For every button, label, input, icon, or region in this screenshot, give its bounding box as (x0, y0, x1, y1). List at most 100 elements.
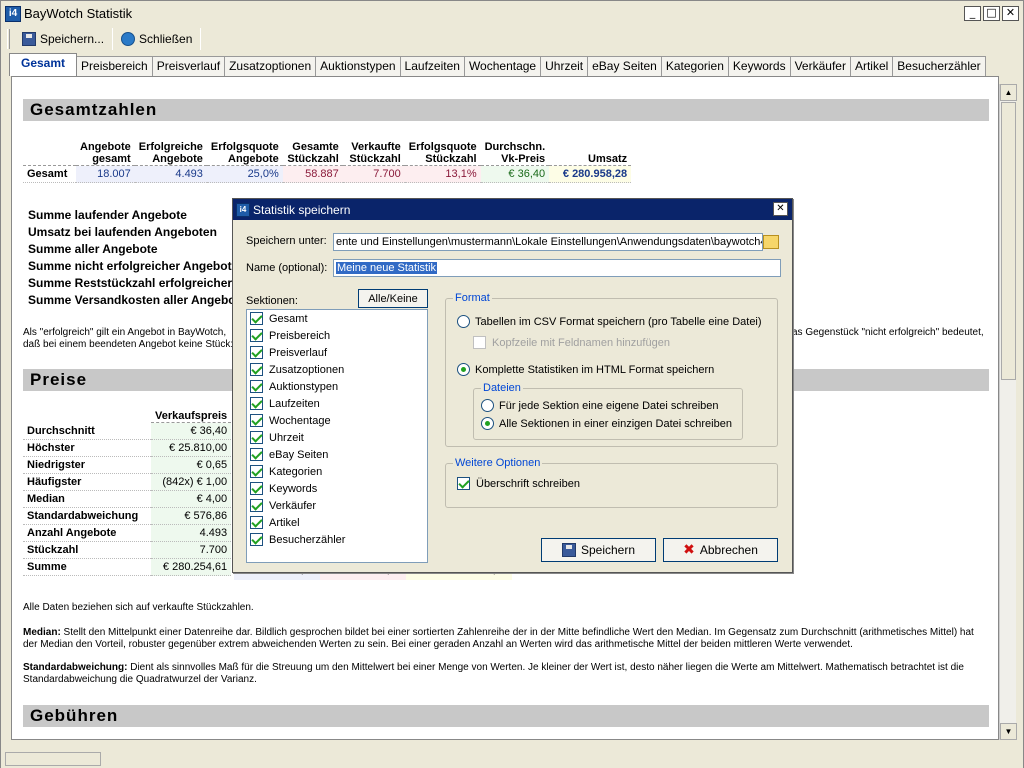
checkbox[interactable] (250, 363, 263, 376)
checkbox[interactable] (250, 431, 263, 444)
section-item-keywords[interactable]: Keywords (247, 480, 427, 497)
row-label: Durchschnitt (23, 422, 151, 440)
scroll-down-button[interactable]: ▼ (1000, 723, 1017, 740)
section-item-auktionstypen[interactable]: Auktionstypen (247, 378, 427, 395)
dialog-save-label: Speichern (580, 543, 636, 557)
checkbox[interactable] (457, 477, 470, 490)
tab-verkaeufer[interactable]: Verkäufer (789, 56, 851, 76)
tab-auktionstypen[interactable]: Auktionstypen (315, 56, 401, 76)
list-item: Umsatz bei laufenden Angeboten (28, 225, 217, 239)
tab-kategorien[interactable]: Kategorien (660, 56, 729, 76)
checkbox[interactable] (250, 414, 263, 427)
dialog-title: Statistik speichern (253, 202, 351, 217)
table-header (23, 141, 76, 166)
section-item-preisverlauf[interactable]: Preisverlauf (247, 344, 427, 361)
checkbox[interactable] (250, 533, 263, 546)
name-input-value: Meine neue Statistik (336, 262, 438, 274)
status-bar (1, 749, 1023, 768)
section-item-kategorien[interactable]: Kategorien (247, 463, 427, 480)
checkbox[interactable] (250, 482, 263, 495)
section-item-preisbereich[interactable]: Preisbereich (247, 327, 427, 344)
checkbox[interactable] (250, 312, 263, 325)
close-window-button[interactable]: ✕ (1002, 6, 1019, 21)
checkbox[interactable] (250, 380, 263, 393)
scroll-up-button[interactable]: ▲ (1000, 84, 1017, 101)
table-cell: 7.700 (342, 165, 405, 183)
table-row: Anzahl Angebote 4.493 (23, 524, 232, 542)
maximize-button[interactable]: □ (983, 6, 1000, 21)
save-button[interactable]: Speichern... (16, 28, 110, 50)
format-group-label: Format (453, 292, 492, 304)
table-header: Erfolgreiche Angebote (134, 141, 207, 166)
app-icon: i4 (5, 5, 21, 22)
checkbox[interactable] (250, 346, 263, 359)
radio-button[interactable] (481, 399, 494, 412)
checkbox[interactable] (250, 465, 263, 478)
radio-button[interactable] (481, 417, 494, 430)
checkbox[interactable] (250, 448, 263, 461)
name-input[interactable]: Meine neue Statistik (333, 259, 781, 277)
html-format-option[interactable]: Komplette Statistiken im HTML Format spe… (457, 363, 714, 376)
section-item-wochentage[interactable]: Wochentage (247, 412, 427, 429)
section-item-verkaeufer[interactable]: Verkäufer (247, 497, 427, 514)
dialog-cancel-button[interactable]: ✖ Abbrechen (663, 538, 778, 562)
option-label: Für jede Sektion eine eigene Datei schre… (499, 399, 719, 412)
section-item-ebay-seiten[interactable]: eBay Seiten (247, 446, 427, 463)
single-file-option[interactable]: Alle Sektionen in einer einzigen Datei s… (481, 417, 732, 430)
vertical-scrollbar[interactable]: ▲ ▼ (999, 84, 1017, 740)
tab-zusatzoptionen[interactable]: Zusatzoptionen (224, 56, 317, 76)
section-item-besucherzaehler[interactable]: Besucherzähler (247, 531, 427, 548)
close-button[interactable]: Schließen (115, 28, 198, 50)
save-path-input[interactable]: ente und Einstellungen\mustermann\Lokale… (333, 233, 763, 251)
table-row: Niedrigster € 0,65 (23, 456, 232, 474)
save-button-label: Speichern... (40, 31, 105, 46)
dialog-cancel-label: Abbrechen (699, 543, 758, 557)
csv-format-option[interactable]: Tabellen im CSV Format speichern (pro Ta… (457, 315, 762, 328)
section-item-laufzeiten[interactable]: Laufzeiten (247, 395, 427, 412)
checkbox[interactable] (250, 516, 263, 529)
checkbox[interactable] (250, 499, 263, 512)
section-item-artikel[interactable]: Artikel (247, 514, 427, 531)
tab-uhrzeit[interactable]: Uhrzeit (540, 56, 589, 76)
table-header: Umsatz (549, 141, 632, 166)
std-label: Standardabweichung: (23, 662, 128, 673)
section-label: Zusatzoptionen (269, 363, 345, 376)
tab-gesamt[interactable]: Gesamt (9, 53, 78, 76)
tab-besucherzaehler[interactable]: Besucherzähler (892, 56, 986, 76)
option-label: Komplette Statistiken im HTML Format spe… (475, 363, 715, 376)
table-header: Erfolgsquote Stückzahl (404, 141, 481, 166)
totals-table: Angebote gesamt Erfolgreiche Angebote Er… (23, 141, 632, 183)
table-cell: 13,1% (404, 165, 481, 183)
radio-button[interactable] (457, 363, 470, 376)
row-label: Häufigster (23, 473, 151, 491)
scrollbar-thumb[interactable] (1001, 102, 1016, 380)
section-label: Preisverlauf (269, 346, 328, 359)
table-row: Höchster € 25.810,00 (23, 439, 232, 457)
tab-preisbereich[interactable]: Preisbereich (76, 56, 153, 76)
tab-artikel[interactable]: Artikel (849, 56, 894, 76)
table-header: Durchschn. Vk-Preis (480, 141, 550, 166)
radio-button[interactable] (457, 315, 470, 328)
toolbar-separator (200, 27, 202, 50)
per-section-file-option[interactable]: Für jede Sektion eine eigene Datei schre… (481, 399, 719, 412)
folder-icon[interactable] (763, 235, 779, 249)
close-arrow-icon (121, 31, 136, 46)
red-x-icon: ✖ (683, 542, 695, 558)
checkbox[interactable] (250, 397, 263, 410)
section-item-gesamt[interactable]: Gesamt (247, 310, 427, 327)
dialog-close-button[interactable]: ✕ (773, 202, 788, 216)
tab-keywords[interactable]: Keywords (727, 56, 791, 76)
write-heading-option[interactable]: Überschrift schreiben (457, 477, 580, 490)
dialog-save-button[interactable]: Speichern (541, 538, 656, 562)
tab-laufzeiten[interactable]: Laufzeiten (399, 56, 465, 76)
table-cell: € 280.254,61 (151, 558, 232, 576)
tab-ebay-seiten[interactable]: eBay Seiten (587, 56, 662, 76)
list-item: Summe laufender Angebote (28, 208, 187, 222)
section-item-uhrzeit[interactable]: Uhrzeit (247, 429, 427, 446)
minimize-button[interactable]: _ (964, 6, 981, 21)
all-none-button[interactable]: Alle/Keine (358, 289, 428, 308)
checkbox[interactable] (250, 329, 263, 342)
section-item-zusatzoptionen[interactable]: Zusatzoptionen (247, 361, 427, 378)
tab-wochentage[interactable]: Wochentage (463, 56, 542, 76)
tab-preisverlauf[interactable]: Preisverlauf (151, 56, 226, 76)
